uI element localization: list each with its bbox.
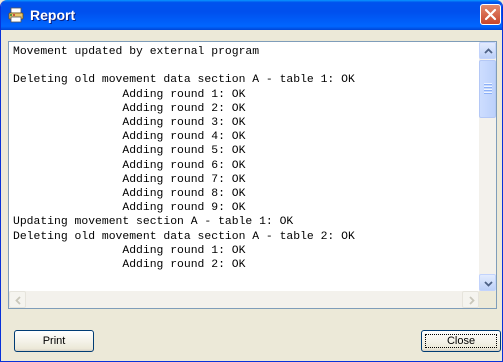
window-close-button[interactable] [480, 4, 501, 25]
report-line: Adding round 1: OK [13, 88, 246, 101]
report-line: Adding round 2: OK [13, 259, 246, 272]
report-line: Adding round 2: OK [13, 102, 246, 115]
report-line: Adding round 8: OK [13, 188, 246, 201]
close-icon [484, 8, 497, 21]
arrow-left-icon [15, 296, 21, 305]
report-line: Updating movement section A - table 1: O… [13, 216, 294, 229]
arrow-right-icon [469, 296, 475, 305]
report-line: Deleting old movement data section A - t… [13, 230, 355, 243]
window-title: Report [30, 7, 76, 23]
report-line: Adding round 6: OK [13, 159, 246, 172]
report-window: Report Movement updated by external prog… [0, 0, 503, 362]
arrow-down-icon [484, 281, 493, 287]
report-line [13, 59, 479, 73]
report-line: Adding round 7: OK [13, 173, 246, 186]
horizontal-scrollbar[interactable] [9, 291, 479, 308]
arrow-up-icon [484, 48, 493, 54]
close-button-label: Close [446, 335, 476, 347]
report-line: Adding round 3: OK [13, 117, 246, 130]
report-line: Adding round 5: OK [13, 145, 246, 158]
report-line: Deleting old movement data section A - t… [13, 74, 355, 87]
scroll-up-button[interactable] [479, 42, 496, 59]
vertical-scrollbar[interactable] [479, 42, 496, 291]
report-line: Adding round 9: OK [13, 202, 246, 215]
title-bar[interactable]: Report [1, 0, 502, 30]
vertical-scroll-thumb[interactable] [479, 60, 496, 118]
scroll-left-button[interactable] [9, 291, 26, 308]
scrollbar-corner [479, 291, 496, 308]
print-button[interactable]: Print [14, 330, 94, 352]
report-text-area[interactable]: Movement updated by external program Del… [9, 42, 479, 291]
scroll-right-button[interactable] [462, 291, 479, 308]
report-printer-icon [8, 7, 24, 23]
report-line: Adding round 4: OK [13, 131, 246, 144]
report-text: Movement updated by external program Del… [9, 42, 479, 272]
scroll-down-button[interactable] [479, 274, 496, 291]
report-line: Movement updated by external program [13, 46, 260, 58]
close-button[interactable]: Close [421, 330, 501, 352]
report-textbox[interactable]: Movement updated by external program Del… [8, 41, 497, 309]
report-line: Adding round 1: OK [13, 244, 246, 257]
